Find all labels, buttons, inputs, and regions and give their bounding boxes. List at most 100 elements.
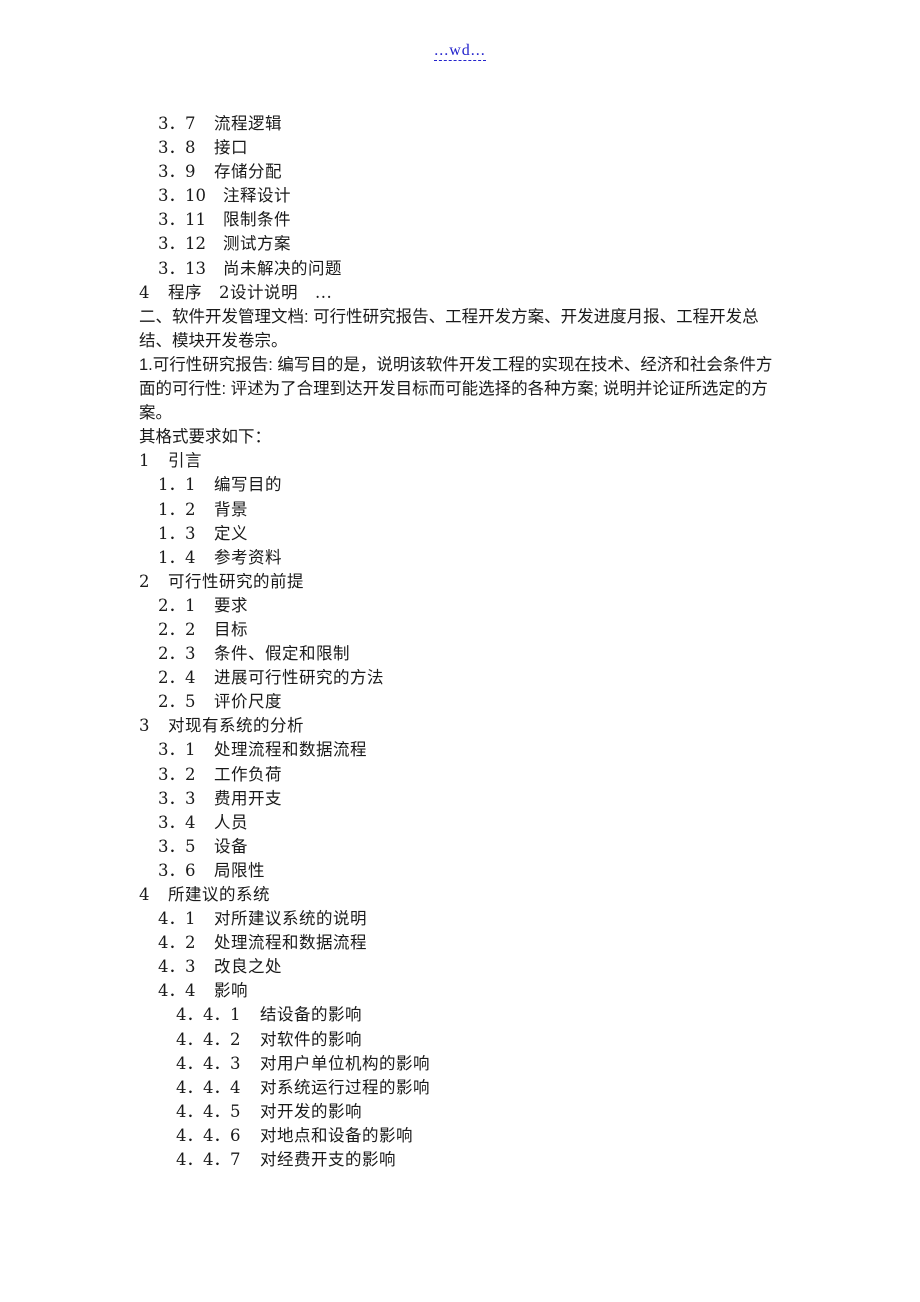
toc-item-number: 4．4．2 xyxy=(176,1029,241,1049)
toc-item-number: 3．13 xyxy=(158,258,206,278)
toc-item-title: 处理流程和数据流程 xyxy=(214,933,367,953)
toc-item: 2．2 目标 xyxy=(139,618,789,642)
toc-item-number: 2．5 xyxy=(158,692,196,712)
toc-item-title: 限制条件 xyxy=(223,210,291,230)
toc-item-number: 4．4．1 xyxy=(176,1005,241,1025)
toc-item-title: 处理流程和数据流程 xyxy=(214,740,367,760)
toc-item-number: 3．12 xyxy=(158,234,206,254)
toc-item: 4．4．6 对地点和设备的影响 xyxy=(139,1124,789,1148)
toc-item: 3．6 局限性 xyxy=(139,859,789,883)
toc-item: 3．8 接口 xyxy=(139,136,789,160)
toc-item: 3．9 存储分配 xyxy=(139,160,789,184)
format-label: 其格式要求如下： xyxy=(139,428,271,447)
toc-item-title: 存储分配 xyxy=(214,162,282,182)
toc-item: 4．2 处理流程和数据流程 xyxy=(139,931,789,955)
toc-item: 3．10 注释设计 xyxy=(139,184,789,208)
toc-item-title: 参考资料 xyxy=(214,547,282,567)
toc-item: 3．1 处理流程和数据流程 xyxy=(139,738,789,762)
header-link[interactable]: ...wd... xyxy=(434,42,486,61)
toc-item: 1．4 参考资料 xyxy=(139,546,789,570)
toc-item-title: 结设备的影响 xyxy=(260,1005,362,1025)
toc-item-number: 3．4 xyxy=(158,812,196,832)
toc-item-number: 3．11 xyxy=(158,210,206,230)
toc-item-number: 4．4．6 xyxy=(176,1125,241,1145)
toc-item-title: 要求 xyxy=(214,595,248,615)
toc-item-title: 定义 xyxy=(214,523,248,543)
toc-item-number: 3．9 xyxy=(158,162,196,182)
toc-item-number: 1．1 xyxy=(158,475,196,495)
toc-item-title: 对软件的影响 xyxy=(260,1029,362,1049)
toc-item: 4．3 改良之处 xyxy=(139,955,789,979)
toc-item-title: 所建议的系统 xyxy=(168,885,270,904)
toc-item-number: 4．4．4 xyxy=(176,1077,241,1097)
toc-item-title: 引言 xyxy=(168,451,202,471)
toc-item-title: 进展可行性研究的方法 xyxy=(214,668,384,688)
toc-item-title: 对用户单位机构的影响 xyxy=(260,1053,430,1073)
toc-item: 4．1 对所建议系统的说明 xyxy=(139,907,789,931)
toc-item-number: 1．3 xyxy=(158,523,196,543)
toc-item-title: 背景 xyxy=(214,499,248,519)
toc-item-number: 3．6 xyxy=(158,860,196,880)
toc-item-number: 3．8 xyxy=(158,138,196,158)
toc-item: 4．4．2 对软件的影响 xyxy=(139,1028,789,1052)
toc-item-title: 影响 xyxy=(214,981,248,1001)
toc-item: 4．4 影响 xyxy=(139,979,789,1003)
toc-item-title: 对地点和设备的影响 xyxy=(260,1125,413,1145)
toc-item: 4．4．4 对系统运行过程的影响 xyxy=(139,1076,789,1100)
toc-item: 4 程序 2设计说明 ... xyxy=(139,281,789,305)
toc-item-number: 3．7 xyxy=(158,114,196,133)
toc-item-title: 程序 2设计说明 ... xyxy=(168,282,333,302)
toc-item: 4 所建议的系统 xyxy=(139,883,789,907)
toc-item: 3．2 工作负荷 xyxy=(139,763,789,787)
toc-item: 3．13 尚未解决的问题 xyxy=(139,257,789,281)
toc-item: 4．4．5 对开发的影响 xyxy=(139,1100,789,1124)
toc-item: 1．3 定义 xyxy=(139,522,789,546)
toc-item-title: 对经费开支的影响 xyxy=(260,1150,396,1170)
toc-item: 1 引言 xyxy=(139,449,789,473)
toc-item-number: 3．5 xyxy=(158,836,196,856)
toc-item: 4．4．7 对经费开支的影响 xyxy=(139,1148,789,1172)
toc-item: 3．7 流程逻辑 xyxy=(139,112,789,136)
toc-item-title: 人员 xyxy=(214,812,248,832)
toc-item-number: 3．3 xyxy=(158,788,196,808)
feasibility-report-outline: 1 引言 1．1 编写目的 1．2 背景 1．3 定义 1．4 参考资料 2 可行性研究的前提 2．1 要… xyxy=(139,449,789,1172)
toc-item-title: 测试方案 xyxy=(223,234,291,254)
toc-item-number: 1．4 xyxy=(158,547,196,567)
toc-item-title: 设备 xyxy=(214,836,248,856)
toc-item-title: 尚未解决的问题 xyxy=(223,258,342,278)
toc-item-number: 3．1 xyxy=(158,740,196,760)
toc-item-number: 3．10 xyxy=(158,186,206,206)
toc-item-title: 可行性研究的前提 xyxy=(168,571,304,591)
toc-item-number: 1．2 xyxy=(158,499,196,519)
toc-item-title: 对系统运行过程的影响 xyxy=(260,1077,430,1097)
toc-item-title: 费用开支 xyxy=(214,788,282,808)
toc-item-title: 对所建议系统的说明 xyxy=(214,909,367,929)
toc-item: 3．5 设备 xyxy=(139,835,789,859)
toc-item-number: 4 xyxy=(139,282,150,302)
toc-item-number: 2．4 xyxy=(158,668,196,688)
toc-item: 2．1 要求 xyxy=(139,594,789,618)
toc-item-number: 1 xyxy=(139,451,150,471)
toc-item-number: 4．1 xyxy=(158,909,196,929)
toc-item: 2．4 进展可行性研究的方法 xyxy=(139,666,789,690)
toc-item-number: 2 xyxy=(139,571,150,591)
toc-item-title: 对现有系统的分析 xyxy=(168,716,304,736)
toc-item-title: 改良之处 xyxy=(214,957,282,977)
toc-item: 3．4 人员 xyxy=(139,811,789,835)
toc-item-number: 4．4．5 xyxy=(176,1101,241,1121)
toc-item-title: 流程逻辑 xyxy=(214,114,282,133)
toc-item-number: 4．3 xyxy=(158,957,196,977)
toc-item: 4．4．3 对用户单位机构的影响 xyxy=(139,1052,789,1076)
toc-item-number: 3 xyxy=(139,716,150,736)
toc-item-title: 评价尺度 xyxy=(214,692,282,712)
toc-item: 3．12 测试方案 xyxy=(139,232,789,256)
document-body: 3．7 流程逻辑 3．8 接口 3．9 存储分配 3．10 注释设计 3．11 限制条件 3．12 测… xyxy=(139,112,789,1172)
toc-item-number: 2．1 xyxy=(158,595,196,615)
toc-item-title: 工作负荷 xyxy=(214,764,282,784)
toc-item-title: 目标 xyxy=(214,619,248,639)
toc-item: 3．3 费用开支 xyxy=(139,787,789,811)
toc-item: 2 可行性研究的前提 xyxy=(139,570,789,594)
toc-item-title: 对开发的影响 xyxy=(260,1101,362,1121)
toc-item-title: 注释设计 xyxy=(223,186,291,206)
toc-item-number: 4．4．3 xyxy=(176,1053,241,1073)
